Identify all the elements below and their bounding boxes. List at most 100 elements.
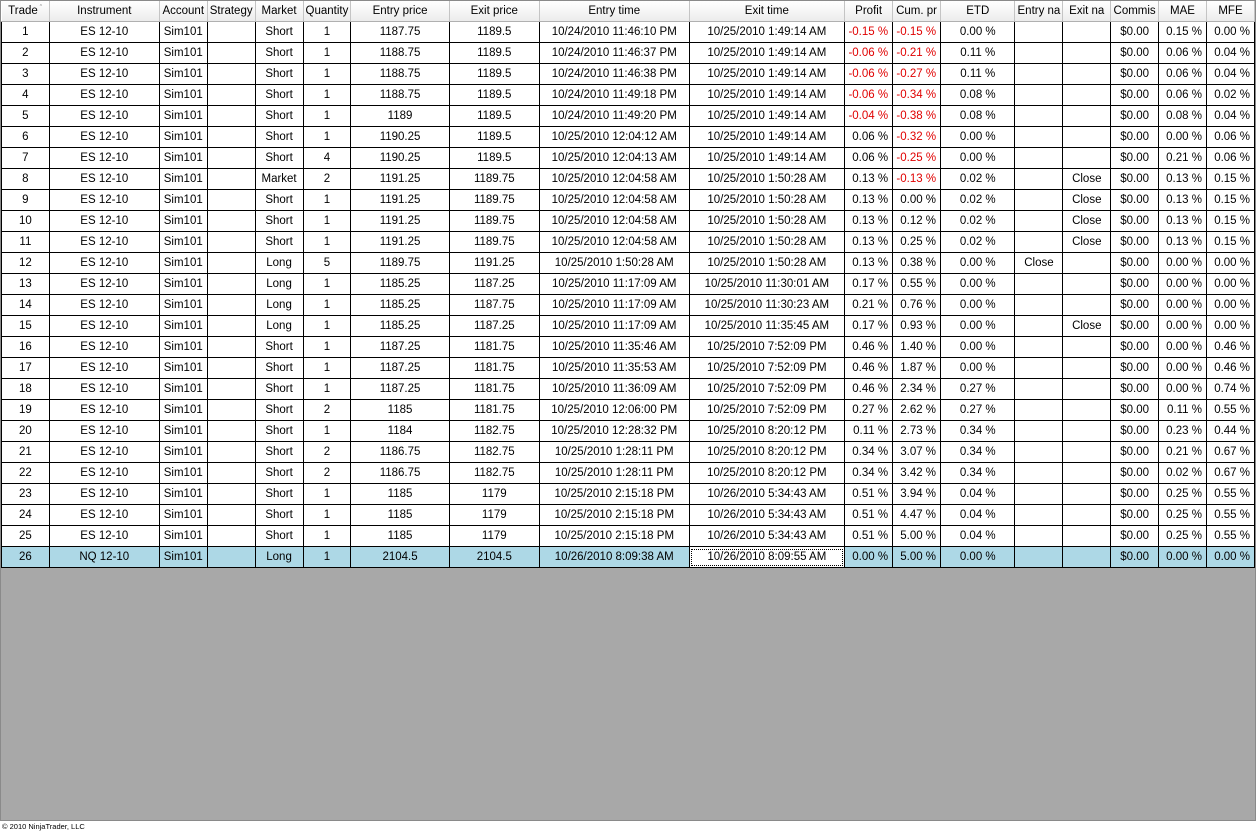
cell-quantity[interactable]: 2 <box>302 399 352 421</box>
cell-entry-price[interactable]: 1191.25 <box>350 189 450 211</box>
cell-strategy[interactable] <box>206 210 256 232</box>
cell-trade[interactable]: 16 <box>1 336 50 358</box>
cell-mfe[interactable]: 0.02 % <box>1205 84 1256 106</box>
cell-exit-name[interactable] <box>1062 126 1112 148</box>
cell-mfe[interactable]: 0.44 % <box>1205 420 1256 442</box>
cell-exit-price[interactable]: 1182.75 <box>448 441 540 463</box>
cell-etd[interactable]: 0.00 % <box>940 546 1016 568</box>
cell-profit[interactable]: 0.06 % <box>844 147 894 169</box>
cell-instrument[interactable]: ES 12-10 <box>48 147 160 169</box>
cell-mae[interactable]: 0.00 % <box>1158 378 1207 400</box>
cell-entry-time[interactable]: 10/24/2010 11:49:18 PM <box>538 84 690 106</box>
cell-commission[interactable]: $0.00 <box>1110 546 1160 568</box>
cell-mae[interactable]: 0.00 % <box>1158 546 1207 568</box>
cell-etd[interactable]: 0.00 % <box>940 147 1016 169</box>
cell-entry-price[interactable]: 1189.75 <box>350 252 450 274</box>
cell-trade[interactable]: 23 <box>1 483 50 505</box>
cell-account[interactable]: Sim101 <box>158 210 208 232</box>
cell-mae[interactable]: 0.00 % <box>1158 126 1207 148</box>
cell-entry-price[interactable]: 1190.25 <box>350 147 450 169</box>
cell-exit-name[interactable] <box>1062 294 1112 316</box>
cell-mfe[interactable]: 0.55 % <box>1205 525 1256 547</box>
cell-account[interactable]: Sim101 <box>158 21 208 43</box>
cell-entry-time[interactable]: 10/25/2010 1:28:11 PM <box>538 462 690 484</box>
cell-strategy[interactable] <box>206 462 256 484</box>
cell-exit-name[interactable]: Close <box>1062 189 1112 211</box>
cell-entry-time[interactable]: 10/25/2010 12:04:12 AM <box>538 126 690 148</box>
cell-entry-price[interactable]: 1185.25 <box>350 273 450 295</box>
cell-strategy[interactable] <box>206 63 256 85</box>
cell-entry-name[interactable] <box>1014 294 1064 316</box>
table-row[interactable]: 14 ES 12-10 Sim101 Long 1 1185.25 1187.75 10/25… <box>1 294 1256 316</box>
cell-exit-time[interactable]: 10/25/2010 8:20:12 PM <box>688 462 846 484</box>
cell-mfe[interactable]: 0.04 % <box>1205 63 1256 85</box>
cell-entry-time[interactable]: 10/24/2010 11:49:20 PM <box>538 105 690 127</box>
cell-trade[interactable]: 25 <box>1 525 50 547</box>
cell-profit[interactable]: 0.34 % <box>844 441 894 463</box>
cell-quantity[interactable]: 1 <box>302 231 352 253</box>
cell-exit-name[interactable] <box>1062 483 1112 505</box>
cell-market[interactable]: Long <box>254 252 304 274</box>
table-row[interactable]: 3 ES 12-10 Sim101 Short 1 1188.75 1189.5 10/24/… <box>1 63 1256 85</box>
table-row[interactable]: 22 ES 12-10 Sim101 Short 2 1186.75 1182.75 10/2… <box>1 462 1256 484</box>
cell-market[interactable]: Short <box>254 399 304 421</box>
cell-exit-price[interactable]: 1189.75 <box>448 231 540 253</box>
cell-mae[interactable]: 0.11 % <box>1158 399 1207 421</box>
table-row[interactable]: 18 ES 12-10 Sim101 Short 1 1187.25 1181.75 10/2… <box>1 378 1256 400</box>
cell-exit-price[interactable]: 1189.75 <box>448 210 540 232</box>
cell-strategy[interactable] <box>206 483 256 505</box>
cell-mae[interactable]: 0.25 % <box>1158 504 1207 526</box>
table-row[interactable]: 25 ES 12-10 Sim101 Short 1 1185 1179 10/25/2010… <box>1 525 1256 547</box>
cell-exit-price[interactable]: 1181.75 <box>448 399 540 421</box>
cell-quantity[interactable]: 1 <box>302 420 352 442</box>
cell-exit-time[interactable]: 10/25/2010 1:49:14 AM <box>688 42 846 64</box>
cell-entry-time[interactable]: 10/25/2010 12:04:58 AM <box>538 189 690 211</box>
cell-exit-name[interactable]: Close <box>1062 315 1112 337</box>
cell-exit-name[interactable] <box>1062 273 1112 295</box>
cell-cum-profit[interactable]: -0.38 % <box>892 105 942 127</box>
cell-cum-profit[interactable]: 3.07 % <box>892 441 942 463</box>
cell-trade[interactable]: 5 <box>1 105 50 127</box>
cell-instrument[interactable]: ES 12-10 <box>48 42 160 64</box>
cell-exit-price[interactable]: 1181.75 <box>448 336 540 358</box>
cell-entry-time[interactable]: 10/25/2010 1:50:28 AM <box>538 252 690 274</box>
cell-exit-name[interactable]: Close <box>1062 210 1112 232</box>
cell-mfe[interactable]: 0.55 % <box>1205 483 1256 505</box>
cell-exit-time[interactable]: 10/25/2010 8:20:12 PM <box>688 420 846 442</box>
cell-entry-time[interactable]: 10/25/2010 12:04:13 AM <box>538 147 690 169</box>
cell-commission[interactable]: $0.00 <box>1110 294 1160 316</box>
cell-exit-name[interactable] <box>1062 504 1112 526</box>
table-row[interactable]: 16 ES 12-10 Sim101 Short 1 1187.25 1181.75 10/2… <box>1 336 1256 358</box>
cell-quantity[interactable]: 1 <box>302 357 352 379</box>
cell-profit[interactable]: -0.15 % <box>844 21 894 43</box>
cell-cum-profit[interactable]: 3.42 % <box>892 462 942 484</box>
cell-market[interactable]: Short <box>254 357 304 379</box>
cell-mae[interactable]: 0.13 % <box>1158 210 1207 232</box>
cell-strategy[interactable] <box>206 525 256 547</box>
cell-etd[interactable]: 0.04 % <box>940 483 1016 505</box>
cell-entry-name[interactable] <box>1014 42 1064 64</box>
table-row[interactable]: 15 ES 12-10 Sim101 Long 1 1185.25 1187.25 10/25… <box>1 315 1256 337</box>
cell-exit-name[interactable] <box>1062 63 1112 85</box>
cell-commission[interactable]: $0.00 <box>1110 105 1160 127</box>
cell-instrument[interactable]: ES 12-10 <box>48 189 160 211</box>
cell-exit-price[interactable]: 1191.25 <box>448 252 540 274</box>
cell-strategy[interactable] <box>206 126 256 148</box>
cell-exit-time[interactable]: 10/25/2010 11:30:23 AM <box>688 294 846 316</box>
cell-profit[interactable]: 0.17 % <box>844 315 894 337</box>
cell-trade[interactable]: 17 <box>1 357 50 379</box>
cell-quantity[interactable]: 1 <box>302 126 352 148</box>
column-header-exit-name[interactable]: Exit na <box>1062 1 1112 22</box>
cell-cum-profit[interactable]: 0.93 % <box>892 315 942 337</box>
cell-entry-time[interactable]: 10/25/2010 12:04:58 AM <box>538 231 690 253</box>
cell-exit-name[interactable] <box>1062 42 1112 64</box>
cell-instrument[interactable]: ES 12-10 <box>48 378 160 400</box>
cell-mfe[interactable]: 0.55 % <box>1205 504 1256 526</box>
cell-entry-time[interactable]: 10/24/2010 11:46:38 PM <box>538 63 690 85</box>
cell-account[interactable]: Sim101 <box>158 378 208 400</box>
cell-profit[interactable]: -0.06 % <box>844 84 894 106</box>
cell-exit-time[interactable]: 10/25/2010 11:30:01 AM <box>688 273 846 295</box>
cell-profit[interactable]: 0.34 % <box>844 462 894 484</box>
table-row[interactable]: 17 ES 12-10 Sim101 Short 1 1187.25 1181.75 10/2… <box>1 357 1256 379</box>
cell-mfe[interactable]: 0.15 % <box>1205 231 1256 253</box>
